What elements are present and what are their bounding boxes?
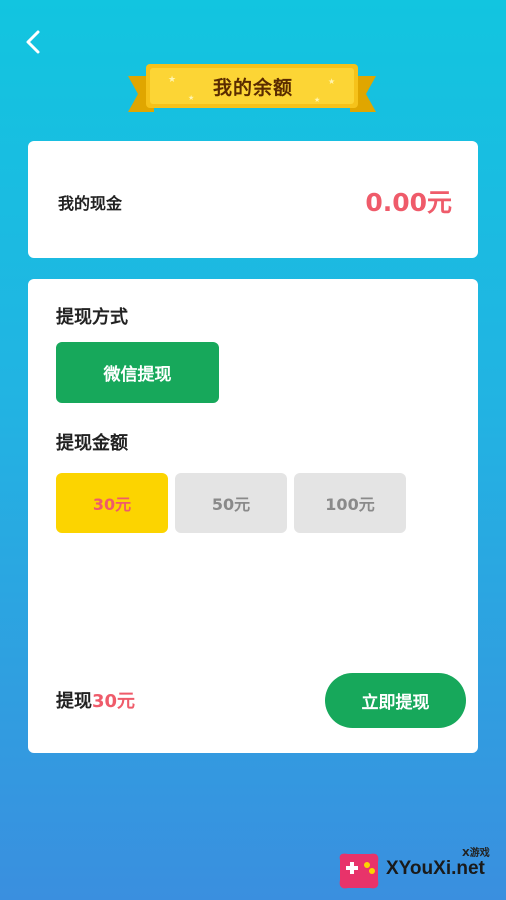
wechat-withdraw-button[interactable]: 微信提现 [56,342,219,403]
summary-prefix: 提现 [56,691,92,712]
amount-option-100[interactable]: 100元 [294,473,406,533]
watermark-site: XYouXi.net [386,858,485,879]
back-button[interactable] [20,28,48,56]
amount-option-50[interactable]: 50元 [175,473,287,533]
page-title: 我的余额 [212,76,293,99]
site-watermark: X游戏 XYouXi.net [334,840,500,896]
cash-value: 0.00元 [365,188,452,217]
withdraw-now-button[interactable]: 立即提现 [325,673,466,728]
withdraw-card: 提现方式 微信提现 提现金额 30元 50元 100元 提现30元 立即提现 [28,279,478,753]
cash-label: 我的现金 [58,194,123,213]
chevron-left-icon [26,30,40,54]
withdraw-amount-title: 提现金额 [56,433,128,454]
watermark-sub: X游戏 [462,848,490,859]
cash-card: 我的现金 0.00元 [28,141,478,258]
summary-amount: 30元 [92,691,136,712]
withdraw-summary: 提现30元 [56,687,135,713]
withdraw-method-title: 提现方式 [56,307,128,328]
gamepad-logo-icon [339,853,379,889]
amount-option-30[interactable]: 30元 [56,473,168,533]
